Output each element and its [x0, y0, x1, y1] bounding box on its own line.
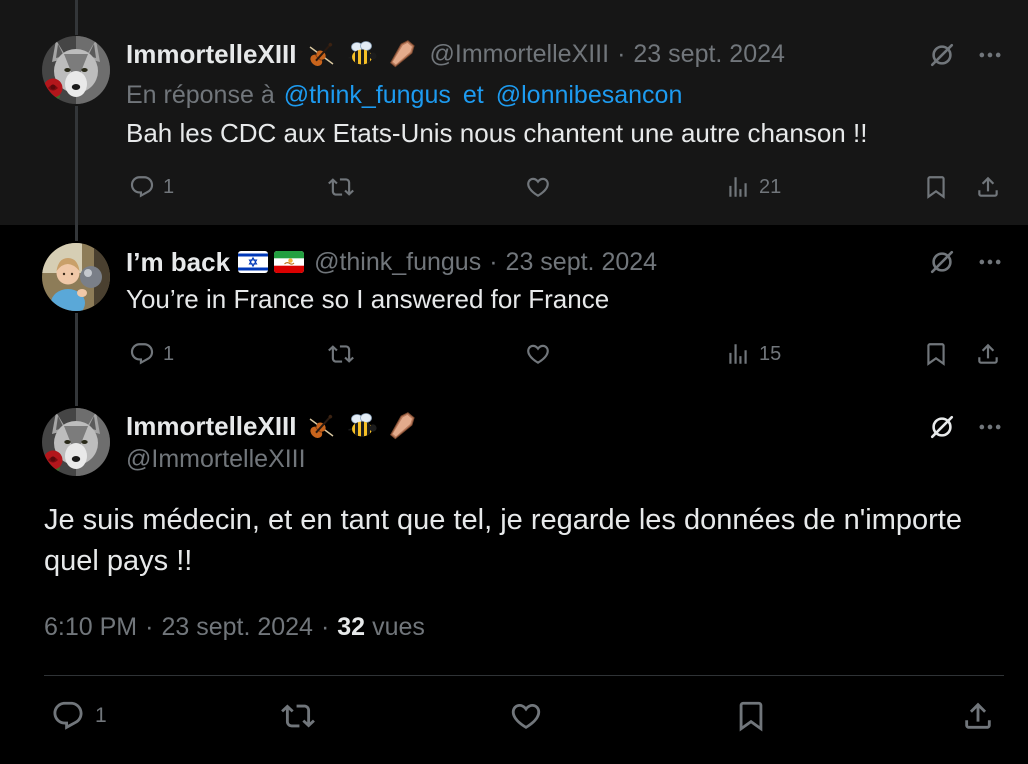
- heart-icon[interactable]: [509, 699, 543, 733]
- reply-button[interactable]: 1: [129, 341, 174, 367]
- divider: [44, 675, 1004, 676]
- bookmark-icon[interactable]: [923, 174, 949, 200]
- like-button[interactable]: [525, 174, 551, 200]
- mention-joiner: et: [462, 80, 484, 109]
- tweet-header: ImmortelleXIII @ImmortelleXIII · 23 sept…: [126, 38, 785, 70]
- views-chart-icon[interactable]: [725, 341, 751, 367]
- separator-dot: ·: [489, 248, 498, 276]
- iran-lion-and-sun-flag-icon: [274, 251, 304, 273]
- like-button[interactable]: [509, 699, 543, 733]
- thread-connector-line: [75, 313, 78, 406]
- retweet-icon[interactable]: [281, 699, 315, 733]
- tweet-date[interactable]: 23 sept. 2024: [633, 38, 785, 70]
- separator-dot: ·: [617, 40, 626, 68]
- views-count: 32: [337, 612, 366, 641]
- tweet-header: ImmortelleXIII: [126, 410, 418, 442]
- bookmark-icon[interactable]: [923, 341, 949, 367]
- grok-icon[interactable]: [928, 413, 956, 441]
- author-name[interactable]: ImmortelleXIII: [126, 410, 297, 442]
- reply-prefix: En réponse à: [126, 80, 275, 109]
- share-icon[interactable]: [975, 341, 1001, 367]
- retweet-button[interactable]: [328, 174, 354, 200]
- like-button[interactable]: [525, 341, 551, 367]
- views-chart-icon[interactable]: [725, 174, 751, 200]
- separator-dot: ·: [320, 613, 330, 641]
- author-handle[interactable]: @ImmortelleXIII: [126, 443, 306, 475]
- avatar[interactable]: [42, 408, 110, 476]
- thread-connector-line: [75, 106, 78, 241]
- tweet-text: Bah les CDC aux Etats-Unis nous chantent…: [126, 118, 868, 148]
- author-handle[interactable]: @think_fungus: [314, 246, 481, 278]
- more-options-icon[interactable]: [975, 41, 1005, 69]
- reply-icon[interactable]: [129, 174, 155, 200]
- bookmark-button[interactable]: [734, 699, 768, 733]
- reply-tweet[interactable]: I’m back @think_fungus · 23 sept. 2024 Y…: [0, 225, 1028, 390]
- reply-button[interactable]: 1: [51, 699, 107, 733]
- violin-emoji-icon: [306, 38, 338, 70]
- author-name[interactable]: I’m back: [126, 246, 230, 278]
- share-icon[interactable]: [961, 699, 995, 733]
- share-button[interactable]: [961, 699, 995, 733]
- tweet-text: Je suis médecin, et en tant que tel, je …: [44, 504, 962, 577]
- bookmark-button[interactable]: [923, 174, 949, 200]
- wolf-avatar-image: [42, 408, 110, 476]
- coffin-emoji-icon: [386, 410, 418, 442]
- tweet-header: I’m back @think_fungus · 23 sept. 2024: [126, 246, 657, 278]
- separator-dot: ·: [145, 613, 154, 641]
- bookmark-icon[interactable]: [734, 699, 768, 733]
- reply-count: 1: [95, 704, 107, 727]
- reply-count: 1: [163, 343, 175, 365]
- view-count: 21: [759, 176, 782, 198]
- wolf-avatar-image: [42, 36, 110, 104]
- avatar[interactable]: [42, 36, 110, 104]
- reply-count: 1: [163, 176, 175, 198]
- views-button[interactable]: 15: [725, 341, 781, 367]
- israel-flag-icon: [238, 251, 268, 273]
- author-handle[interactable]: @ImmortelleXIII: [430, 38, 610, 70]
- retweet-button[interactable]: [281, 699, 315, 733]
- retweet-icon[interactable]: [328, 174, 354, 200]
- views-button[interactable]: 21: [725, 174, 781, 200]
- more-options-icon[interactable]: [975, 413, 1005, 441]
- reply-button[interactable]: 1: [129, 174, 174, 200]
- reply-icon[interactable]: [129, 341, 155, 367]
- view-count: 15: [759, 343, 782, 365]
- mention-link[interactable]: @think_fungus: [284, 81, 451, 110]
- reply-icon[interactable]: [51, 699, 85, 733]
- grok-icon[interactable]: [928, 41, 956, 69]
- tweet-text: You’re in France so I answered for Franc…: [126, 284, 610, 314]
- retweet-icon[interactable]: [328, 341, 354, 367]
- focused-tweet: ImmortelleXIII @ImmortelleXIII Je suis m…: [0, 390, 1028, 764]
- retweet-button[interactable]: [328, 341, 354, 367]
- author-name[interactable]: ImmortelleXIII: [126, 38, 297, 70]
- share-button[interactable]: [975, 341, 1001, 367]
- share-button[interactable]: [975, 174, 1001, 200]
- tweet-time[interactable]: 6:10 PM: [44, 613, 137, 642]
- reply-context: En réponse à @think_fungus et @lonnibesa…: [126, 79, 682, 111]
- tweet-meta: 6:10 PM · 23 sept. 2024 · 32 vues: [44, 611, 425, 643]
- avatar[interactable]: [42, 243, 110, 311]
- share-icon[interactable]: [975, 174, 1001, 200]
- bookmark-button[interactable]: [923, 341, 949, 367]
- thread-connector-line: [75, 0, 78, 35]
- views-label: vues: [372, 612, 425, 641]
- more-options-icon[interactable]: [975, 248, 1005, 276]
- violin-emoji-icon: [306, 410, 338, 442]
- reply-tweet[interactable]: ImmortelleXIII @ImmortelleXIII · 23 sept…: [0, 0, 1028, 225]
- bee-emoji-icon: [346, 410, 378, 442]
- heart-icon[interactable]: [525, 341, 551, 367]
- grok-icon[interactable]: [928, 248, 956, 276]
- tweet-date[interactable]: 23 sept. 2024: [506, 246, 658, 278]
- coffin-emoji-icon: [386, 38, 418, 70]
- heart-icon[interactable]: [525, 174, 551, 200]
- child-avatar-image: [42, 243, 110, 311]
- mention-link[interactable]: @lonnibesancon: [496, 81, 683, 110]
- bee-emoji-icon: [346, 38, 378, 70]
- tweet-date[interactable]: 23 sept. 2024: [161, 613, 313, 642]
